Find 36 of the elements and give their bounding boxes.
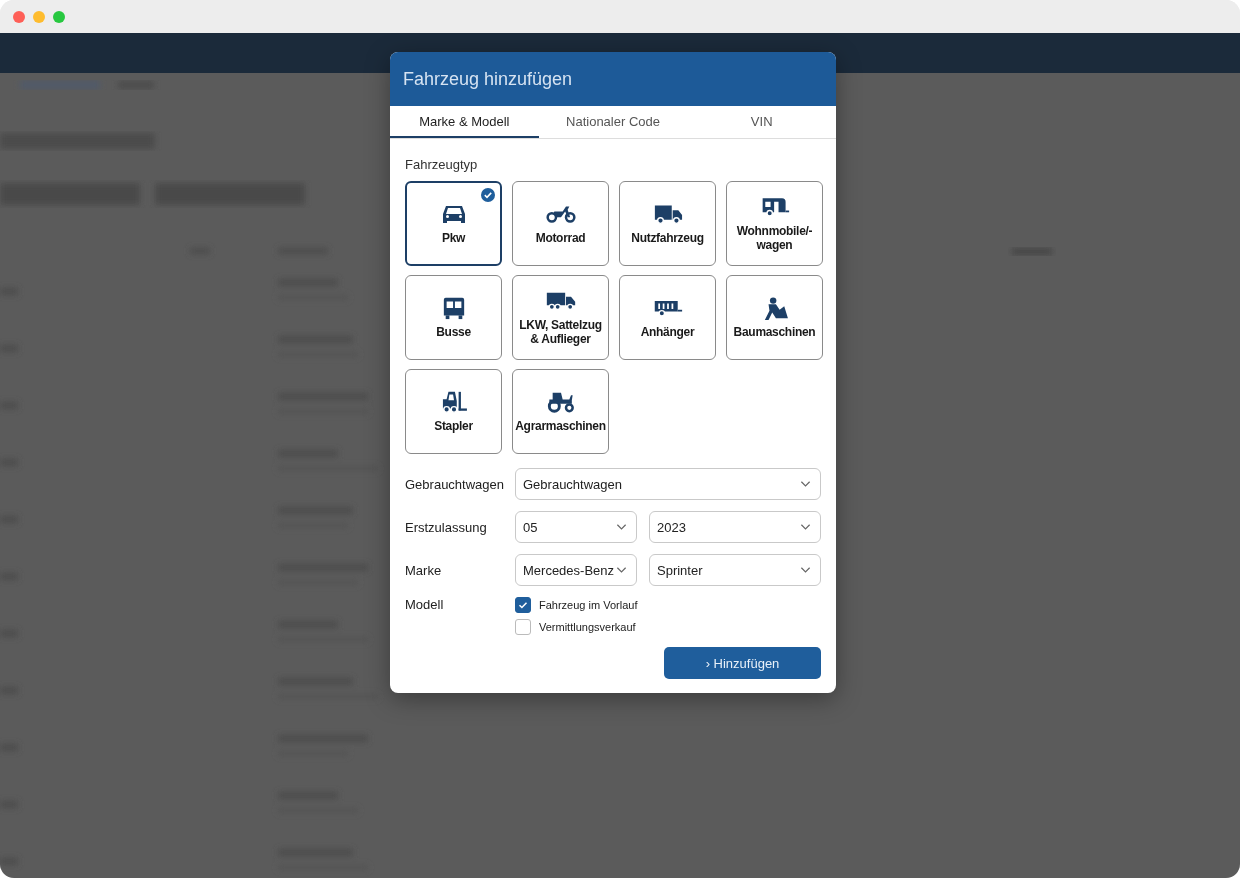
chevron-down-icon	[800, 523, 811, 531]
chevron-down-icon	[800, 480, 811, 488]
add-button[interactable]: › Hinzufügen	[664, 647, 821, 679]
vehicle-type-tile[interactable]: Pkw	[405, 181, 502, 266]
section-label: Fahrzeugtyp	[405, 157, 479, 172]
check-badge-icon	[481, 188, 495, 202]
tab[interactable]: Marke & Modell	[390, 106, 539, 138]
field-label: Modell	[405, 597, 445, 612]
chevron-down-icon	[616, 566, 627, 574]
vehicle-type-tile[interactable]: Nutzfahrzeug	[619, 181, 716, 266]
vehicle-type-tile[interactable]: Stapler	[405, 369, 502, 454]
checkbox[interactable]	[515, 619, 531, 635]
dialog-title: Fahrzeug hinzufügen	[403, 68, 573, 90]
dropdown-field[interactable]: 2023	[649, 511, 821, 543]
field-label: Marke	[405, 562, 443, 578]
chevron-down-icon	[800, 566, 811, 574]
field-label: Erstzulassung	[405, 519, 488, 535]
vehicle-type-tile[interactable]: Anhänger	[619, 275, 716, 360]
maximize-window-icon[interactable]	[53, 10, 65, 23]
minimize-window-icon[interactable]	[33, 10, 45, 23]
dropdown-field[interactable]: Sprinter	[649, 554, 821, 586]
close-window-icon[interactable]	[13, 10, 25, 23]
vehicle-type-tile[interactable]: Agrarmaschinen	[512, 369, 609, 454]
vehicle-type-tile[interactable]: Motorrad	[512, 181, 609, 266]
dropdown-field[interactable]: 05	[515, 511, 637, 543]
vehicle-type-tile[interactable]: Baumaschinen	[726, 275, 823, 360]
checkbox-label: Fahrzeug im Vorlauf	[539, 599, 638, 611]
dropdown-field[interactable]: Gebrauchtwagen	[515, 468, 821, 500]
field-label: Gebrauchtwagen	[405, 476, 505, 492]
checkbox[interactable]	[515, 597, 531, 613]
vehicle-type-tile[interactable]: Wohnmobile/- wagen	[726, 181, 823, 266]
vehicle-type-tile[interactable]: LKW, Sattelzug & Auflieger	[512, 275, 609, 360]
checkbox-label: Vermittlungsverkauf	[539, 621, 636, 633]
vehicle-type-tile[interactable]: Busse	[405, 275, 502, 360]
chevron-down-icon	[616, 523, 627, 531]
dropdown-field[interactable]: Mercedes-Benz	[515, 554, 637, 586]
